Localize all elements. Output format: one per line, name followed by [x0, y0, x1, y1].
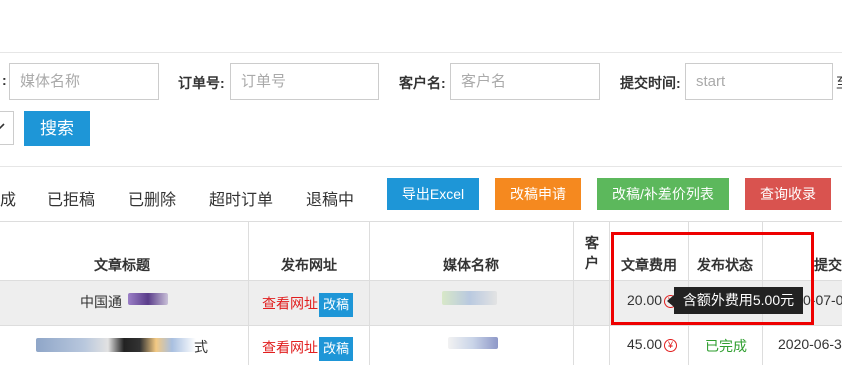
- table-top-border: [0, 221, 842, 222]
- customer-name-input[interactable]: 客户名: [450, 63, 600, 100]
- submit-time-separator: 至: [836, 73, 842, 93]
- header-title: 文章标题: [94, 257, 150, 273]
- tab-deleted[interactable]: 已删除: [128, 186, 176, 210]
- filters-divider: [0, 166, 842, 167]
- revise-button[interactable]: 改稿: [319, 293, 354, 317]
- customer-name-label: 客户名:: [399, 75, 446, 91]
- submit-time-start-input[interactable]: start: [685, 63, 833, 100]
- tab-completed[interactable]: 成: [0, 186, 16, 210]
- status-select[interactable]: [0, 111, 14, 145]
- redacted-title-part: [128, 293, 168, 305]
- media-name-input[interactable]: 媒体名称: [9, 63, 159, 100]
- col-divider: [573, 221, 574, 365]
- tab-overdue[interactable]: 超时订单: [209, 186, 273, 210]
- highlight-box: [611, 232, 814, 325]
- media-name-label-colon: :: [2, 72, 7, 88]
- order-number-input[interactable]: 订单号: [230, 63, 379, 100]
- fee-value: 45.00: [627, 336, 663, 352]
- tab-withdrawing[interactable]: 退稿中: [306, 186, 354, 210]
- col-divider: [248, 221, 249, 365]
- status-badge: 已完成: [705, 338, 747, 354]
- header-submit: 提交: [814, 257, 842, 273]
- order-management-page: : 媒体名称 订单号: 订单号 客户名: 客户名 提交时间: start 至 搜…: [0, 0, 842, 365]
- view-receipt-button[interactable]: 查询收录: [745, 178, 831, 210]
- header-url: 发布网址: [281, 257, 337, 273]
- header-customer: 客户: [585, 235, 599, 271]
- row-divider: [0, 325, 842, 326]
- header-media: 媒体名称: [443, 257, 499, 273]
- redacted-media-name: [448, 337, 498, 349]
- revise-request-button[interactable]: 改稿申请: [495, 178, 581, 210]
- view-url-link[interactable]: 查看网址: [262, 340, 318, 356]
- row-title: 中国通: [80, 294, 122, 310]
- row-url-cell: 查看网址 改稿: [262, 337, 354, 361]
- yen-icon[interactable]: ¥: [664, 338, 678, 352]
- revise-button[interactable]: 改稿: [319, 337, 354, 361]
- view-url-link[interactable]: 查看网址: [262, 296, 318, 312]
- search-button[interactable]: 搜索: [24, 111, 90, 146]
- row-title-tail: 式: [194, 339, 208, 355]
- row-url-cell: 查看网址 改稿: [262, 293, 354, 317]
- tab-rejected[interactable]: 已拒稿: [47, 186, 95, 210]
- revise-list-button[interactable]: 改稿/补差价列表: [597, 178, 729, 210]
- order-number-label: 订单号:: [178, 75, 225, 91]
- chevron-down-icon: [0, 120, 5, 135]
- media-name-placeholder: 媒体名称: [20, 73, 81, 90]
- export-excel-button[interactable]: 导出Excel: [387, 178, 479, 210]
- redacted-title: [36, 338, 196, 352]
- customer-name-placeholder: 客户名: [461, 73, 507, 90]
- redacted-media-name: [442, 291, 497, 305]
- row-submit-time: 2020-06-3: [778, 336, 842, 352]
- row-fee: 45.00 ¥: [627, 336, 678, 352]
- submit-time-start-placeholder: start: [696, 73, 726, 90]
- submit-time-label: 提交时间:: [620, 75, 681, 91]
- col-divider: [369, 221, 370, 365]
- col-divider: [609, 221, 610, 365]
- top-divider: [0, 52, 842, 53]
- order-number-placeholder: 订单号: [241, 73, 287, 90]
